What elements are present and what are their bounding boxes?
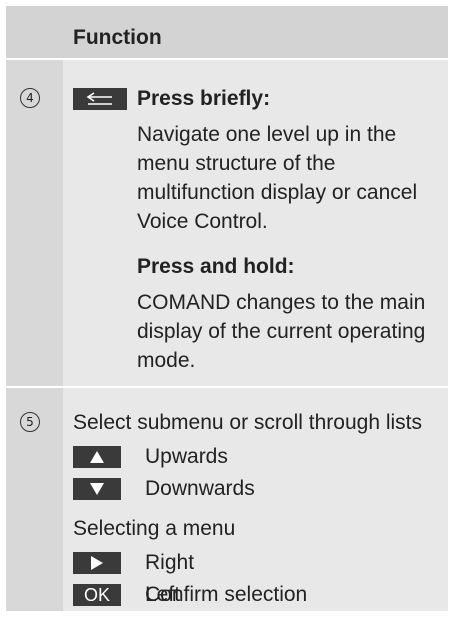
up-key-icon: [73, 446, 121, 468]
down-key-icon: [73, 478, 121, 500]
circled-number-5: 5: [20, 412, 40, 432]
function-table: Function 4 Press briefly: Navigate one l…: [6, 6, 448, 611]
header-left-cell: [6, 6, 63, 58]
press-briefly-description: Navigate one level up in the menu struct…: [137, 123, 418, 233]
table-row-4: 4 Press briefly: Navigate one level up i…: [6, 60, 448, 386]
triangle-down-icon: [90, 483, 104, 495]
upwards-label: Upwards: [145, 445, 228, 468]
press-hold-description: COMAND changes to the main display of th…: [137, 291, 426, 372]
ok-key-icon: OK: [73, 584, 121, 606]
circled-number-4: 4: [20, 88, 40, 108]
row-4-number-cell: [6, 60, 63, 386]
back-key-icon: [73, 88, 127, 110]
downwards-label: Downwards: [145, 477, 255, 500]
press-hold-label: Press and hold:: [137, 255, 295, 278]
selecting-menu-text: Selecting a menu: [73, 517, 236, 540]
column-header-function: Function: [73, 26, 162, 49]
table-header-row: Function: [6, 6, 448, 58]
confirm-selection-label: Confirm selection: [145, 583, 308, 606]
triangle-up-icon: [90, 451, 104, 463]
press-briefly-label: Press briefly:: [137, 87, 271, 110]
table-row-5: 5 Select submenu or scroll through lists…: [6, 388, 448, 611]
triangle-right-icon: [91, 556, 103, 570]
back-arrow-icon: [86, 92, 112, 105]
right-key-icon: [73, 552, 121, 574]
right-label: Right: [145, 551, 195, 574]
scroll-intro-text: Select submenu or scroll through lists: [73, 411, 422, 434]
